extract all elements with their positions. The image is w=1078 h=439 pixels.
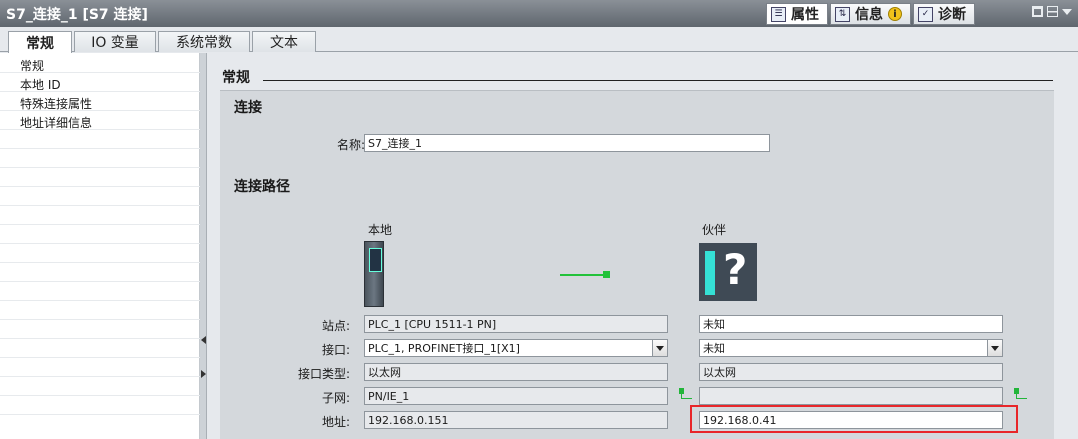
- network-icon: [1014, 388, 1027, 400]
- tab-io-tags[interactable]: IO 变量: [74, 31, 156, 52]
- local-interface-type-field: 以太网: [364, 363, 668, 381]
- tab-system-constants[interactable]: 系统常数: [158, 31, 250, 52]
- tab-bar: 常规 IO 变量 系统常数 文本: [0, 27, 1078, 53]
- tab-info[interactable]: ⇅ 信息 i: [830, 3, 911, 25]
- interface-label: 接口:: [321, 343, 350, 357]
- local-interface-select[interactable]: PLC_1, PROFINET接口_1[X1]: [364, 339, 668, 357]
- tab-general[interactable]: 常规: [8, 31, 72, 53]
- partner-interface-type-field: 以太网: [699, 363, 1003, 381]
- partner-interface-select[interactable]: 未知: [699, 339, 1003, 357]
- highlight-box: [690, 405, 1018, 433]
- interface-type-label: 接口类型:: [297, 367, 350, 381]
- partner-interface-value: 未知: [703, 342, 725, 355]
- connection-panel: 连接 名称: S7_连接_1 连接路径 本地 伙伴 ? 站点: PLC_1 [C…: [220, 90, 1054, 439]
- restore-icon[interactable]: [1032, 6, 1043, 17]
- expand-right-icon[interactable]: [201, 370, 206, 378]
- connection-link-line: [560, 274, 606, 276]
- section-divider: [263, 80, 1053, 81]
- panel-tabs: ☰ 属性 ⇅ 信息 i ✓ 诊断: [766, 3, 977, 25]
- local-interface-value: PLC_1, PROFINET接口_1[X1]: [368, 342, 520, 355]
- station-label: 站点:: [321, 319, 350, 333]
- info-icon: i: [888, 7, 902, 21]
- panel-splitter[interactable]: [200, 53, 207, 439]
- tab-info-label: 信息: [855, 7, 883, 23]
- partner-station-field[interactable]: 未知: [699, 315, 1003, 333]
- name-input[interactable]: S7_连接_1: [364, 134, 770, 152]
- tab-properties-label: 属性: [791, 7, 819, 23]
- properties-icon: ☰: [771, 6, 786, 22]
- partner-subnet-field: [699, 387, 1003, 405]
- tab-diagnostics-label: 诊断: [938, 7, 966, 23]
- connection-link-endpoint: [603, 271, 610, 278]
- tab-diagnostics[interactable]: ✓ 诊断: [913, 3, 975, 25]
- left-nav: 常规 本地 ID 特殊连接属性 地址详细信息: [0, 53, 200, 439]
- local-subnet-field: PN/IE_1: [364, 387, 668, 405]
- info-list-icon: ⇅: [835, 6, 850, 22]
- path-title: 连接路径: [234, 179, 290, 195]
- local-station-field: PLC_1 [CPU 1511-1 PN]: [364, 315, 668, 333]
- diagnostics-icon: ✓: [918, 6, 933, 22]
- chevron-down-icon[interactable]: [652, 340, 667, 356]
- window-title: S7_连接_1 [S7 连接]: [6, 7, 148, 23]
- unknown-partner-icon: ?: [699, 243, 757, 301]
- name-label: 名称:: [336, 138, 365, 152]
- menu-down-icon[interactable]: [1062, 9, 1072, 15]
- nav-address-details[interactable]: 地址详细信息: [20, 114, 92, 131]
- address-label: 地址:: [321, 415, 350, 429]
- tab-texts[interactable]: 文本: [252, 31, 316, 52]
- connection-title: 连接: [234, 100, 262, 116]
- local-header: 本地: [368, 223, 393, 237]
- local-address-field: 192.168.0.151: [364, 411, 668, 429]
- nav-special-properties[interactable]: 特殊连接属性: [20, 95, 92, 112]
- chevron-down-icon[interactable]: [987, 340, 1002, 356]
- partner-header: 伙伴: [702, 223, 727, 237]
- window-controls: [1032, 6, 1072, 17]
- subnet-label: 子网:: [321, 391, 350, 405]
- network-icon: [679, 388, 692, 400]
- minimize-icon[interactable]: [1047, 6, 1058, 17]
- section-title: 常规: [222, 70, 250, 86]
- collapse-left-icon[interactable]: [201, 336, 206, 344]
- nav-general[interactable]: 常规: [20, 57, 44, 74]
- title-bar: S7_连接_1 [S7 连接] ☰ 属性 ⇅ 信息 i ✓ 诊断: [0, 0, 1078, 27]
- local-plc-icon: [364, 241, 384, 307]
- tab-properties[interactable]: ☰ 属性: [766, 3, 828, 25]
- main-content: 常规 连接 名称: S7_连接_1 连接路径 本地 伙伴 ? 站点: PLC_1…: [208, 53, 1078, 439]
- nav-local-id[interactable]: 本地 ID: [20, 76, 61, 93]
